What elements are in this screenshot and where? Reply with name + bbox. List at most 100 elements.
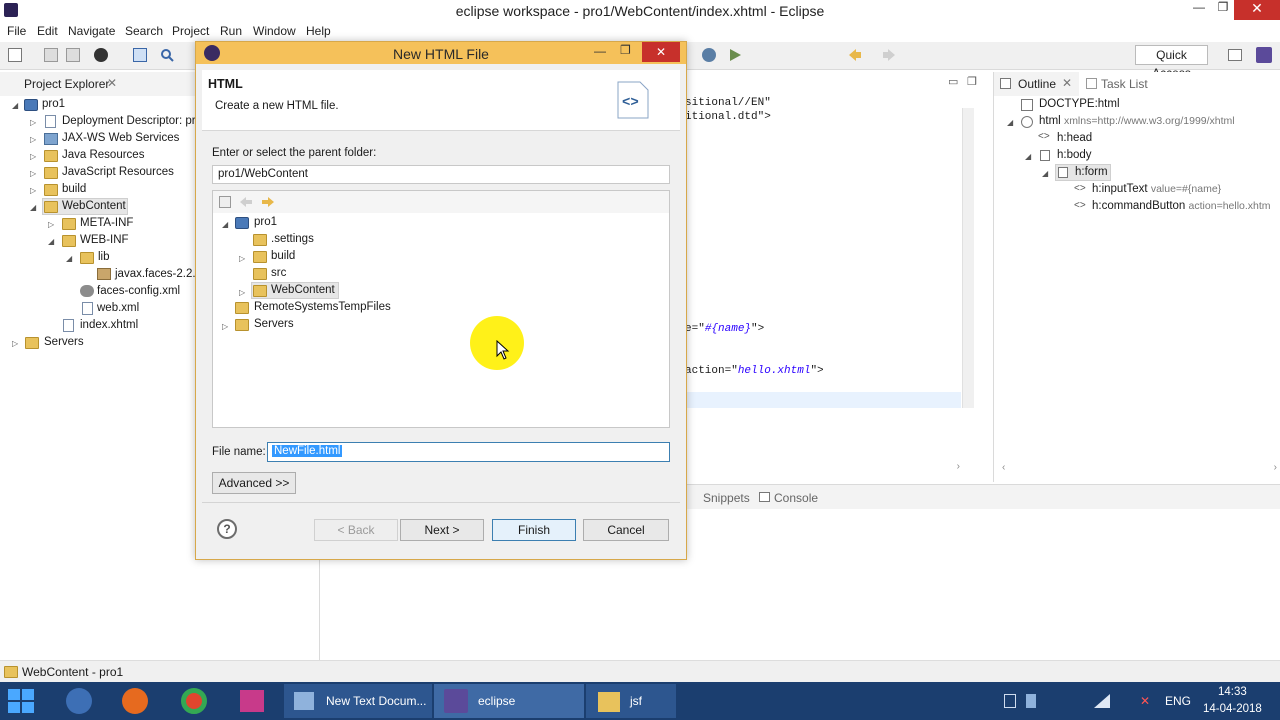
cancel-button[interactable]: Cancel — [583, 519, 669, 541]
tree-item[interactable]: pro1 — [42, 96, 65, 113]
tree-item[interactable]: WEB-INF — [80, 232, 129, 249]
clock-time[interactable]: 14:33 — [1218, 686, 1247, 698]
taskbar-item[interactable]: New Text Docum... — [284, 684, 432, 718]
outline-item[interactable]: h:body — [1057, 147, 1092, 164]
maximize-button[interactable]: ❐ — [1212, 0, 1234, 20]
wifi-icon[interactable] — [1094, 694, 1110, 708]
expand-arrow-icon[interactable]: ▷ — [30, 186, 36, 195]
tree-item[interactable]: Servers — [44, 334, 84, 351]
finish-button[interactable]: Finish — [492, 519, 576, 541]
expand-arrow-icon[interactable]: ▷ — [239, 254, 245, 263]
tree-item[interactable]: Deployment Descriptor: pro — [62, 113, 202, 130]
menu-run[interactable]: Run — [220, 24, 242, 38]
tree-item[interactable]: index.xhtml — [80, 317, 138, 334]
editor-hscrollbar[interactable]: › — [690, 461, 960, 475]
menu-window[interactable]: Window — [253, 24, 296, 38]
console-tab[interactable]: Console — [774, 491, 818, 515]
dialog-tree-item[interactable]: src — [271, 265, 286, 282]
quick-access-field[interactable]: Quick Access — [1135, 45, 1208, 80]
menu-help[interactable]: Help — [306, 24, 331, 38]
expand-arrow-icon[interactable]: ▷ — [30, 169, 36, 178]
close-button[interactable]: ✕ — [1234, 0, 1280, 20]
explorer-app-icon[interactable] — [66, 688, 92, 714]
tree-item[interactable]: META-INF — [80, 215, 133, 232]
maximize-view-icon[interactable]: ❐ — [967, 75, 977, 88]
collapse-arrow-icon[interactable]: ◢ — [1042, 169, 1048, 178]
tree-item[interactable]: faces-config.xml — [97, 283, 180, 300]
expand-arrow-icon[interactable]: ▷ — [30, 135, 36, 144]
server-icon[interactable] — [133, 48, 147, 62]
dialog-tree-item[interactable]: RemoteSystemsTempFiles — [254, 299, 391, 316]
collapse-arrow-icon[interactable]: ◢ — [30, 203, 36, 212]
tray-icon[interactable] — [1004, 694, 1016, 708]
home-icon[interactable] — [219, 196, 231, 208]
menu-navigate[interactable]: Navigate — [68, 24, 115, 38]
tree-item[interactable]: web.xml — [97, 300, 139, 317]
menu-file[interactable]: File — [7, 24, 26, 38]
expand-arrow-icon[interactable]: ▷ — [239, 288, 245, 297]
editor-scrollbar[interactable] — [962, 108, 974, 408]
expand-arrow-icon[interactable]: ▷ — [30, 152, 36, 161]
run-icon[interactable] — [728, 48, 742, 62]
tree-item[interactable]: Java Resources — [62, 147, 144, 164]
collapse-arrow-icon[interactable]: ◢ — [1007, 118, 1013, 127]
tree-item[interactable]: build — [62, 181, 86, 198]
debug-icon[interactable] — [94, 48, 108, 62]
dialog-tree-item[interactable]: Servers — [254, 316, 294, 333]
dialog-close-button[interactable]: ✕ — [642, 42, 680, 62]
folder-tree[interactable]: ◢ pro1 .settings ▷ build src ▷ WebConten… — [212, 190, 670, 428]
bluetooth-icon[interactable] — [1026, 694, 1036, 708]
file-name-input[interactable]: NewFile.html — [267, 442, 670, 462]
parent-folder-input[interactable]: pro1/WebContent — [212, 165, 670, 184]
open-perspective-icon[interactable] — [1228, 49, 1242, 61]
java-ee-perspective-icon[interactable] — [1256, 47, 1272, 63]
firefox-icon[interactable] — [122, 688, 148, 714]
outline-item-selected[interactable]: h:form — [1075, 164, 1108, 181]
collapse-arrow-icon[interactable]: ◢ — [12, 101, 18, 110]
forward-nav-icon[interactable] — [882, 48, 896, 62]
dialog-maximize-button[interactable]: ❐ — [620, 43, 631, 57]
dialog-tree-item[interactable]: pro1 — [254, 214, 277, 231]
tree-item[interactable]: JavaScript Resources — [62, 164, 174, 181]
language-indicator[interactable]: ENG — [1165, 694, 1191, 708]
outline-item[interactable]: h:inputText value=#{name} — [1092, 181, 1221, 198]
outline-item[interactable]: DOCTYPE:html — [1039, 96, 1120, 113]
snippets-tab[interactable]: Snippets — [703, 491, 750, 515]
expand-arrow-icon[interactable]: ▷ — [30, 118, 36, 127]
collapse-arrow-icon[interactable]: ◢ — [66, 254, 72, 263]
outline-item[interactable]: html xmlns=http://www.w3.org/1999/xhtml — [1039, 113, 1235, 130]
save-all-icon[interactable] — [66, 48, 80, 62]
help-icon[interactable]: ? — [217, 519, 237, 539]
outline-item[interactable]: h:commandButton action=hello.xhtm — [1092, 198, 1271, 215]
volume-muted-icon[interactable]: ✕ — [1140, 694, 1154, 708]
minimize-button[interactable]: — — [1188, 0, 1210, 20]
collapse-arrow-icon[interactable]: ◢ — [48, 237, 54, 246]
dialog-minimize-button[interactable]: — — [594, 44, 606, 58]
globe-icon[interactable] — [702, 48, 716, 62]
collapse-arrow-icon[interactable]: ◢ — [1025, 152, 1031, 161]
expand-arrow-icon[interactable]: ▷ — [222, 322, 228, 331]
menu-search[interactable]: Search — [125, 24, 163, 38]
minimize-view-icon[interactable]: ▭ — [948, 75, 958, 88]
advanced-button[interactable]: Advanced >> — [212, 472, 296, 494]
tree-item[interactable]: lib — [98, 249, 110, 266]
new-icon[interactable] — [8, 48, 22, 62]
back-nav-icon[interactable] — [848, 48, 862, 62]
save-icon[interactable] — [44, 48, 58, 62]
close-tab-icon[interactable]: ✕ — [107, 76, 117, 100]
taskbar-item-active[interactable]: eclipse workspace... — [434, 684, 584, 718]
tree-item[interactable]: JAX-WS Web Services — [62, 130, 179, 147]
back-button[interactable]: < Back — [314, 519, 398, 541]
tree-back-icon[interactable] — [239, 196, 253, 208]
expand-arrow-icon[interactable]: ▷ — [12, 339, 18, 348]
menu-edit[interactable]: Edit — [37, 24, 58, 38]
menu-project[interactable]: Project — [172, 24, 209, 38]
dialog-tree-item[interactable]: .settings — [271, 231, 314, 248]
tree-item-selected[interactable]: WebContent — [62, 198, 126, 215]
start-button[interactable] — [8, 689, 34, 713]
tree-forward-icon[interactable] — [261, 196, 275, 208]
taskbar-item[interactable]: jsf — [586, 684, 676, 718]
outline-item[interactable]: h:head — [1057, 130, 1092, 147]
tree-item[interactable]: javax.faces-2.2.8 — [115, 266, 202, 283]
next-button[interactable]: Next > — [400, 519, 484, 541]
